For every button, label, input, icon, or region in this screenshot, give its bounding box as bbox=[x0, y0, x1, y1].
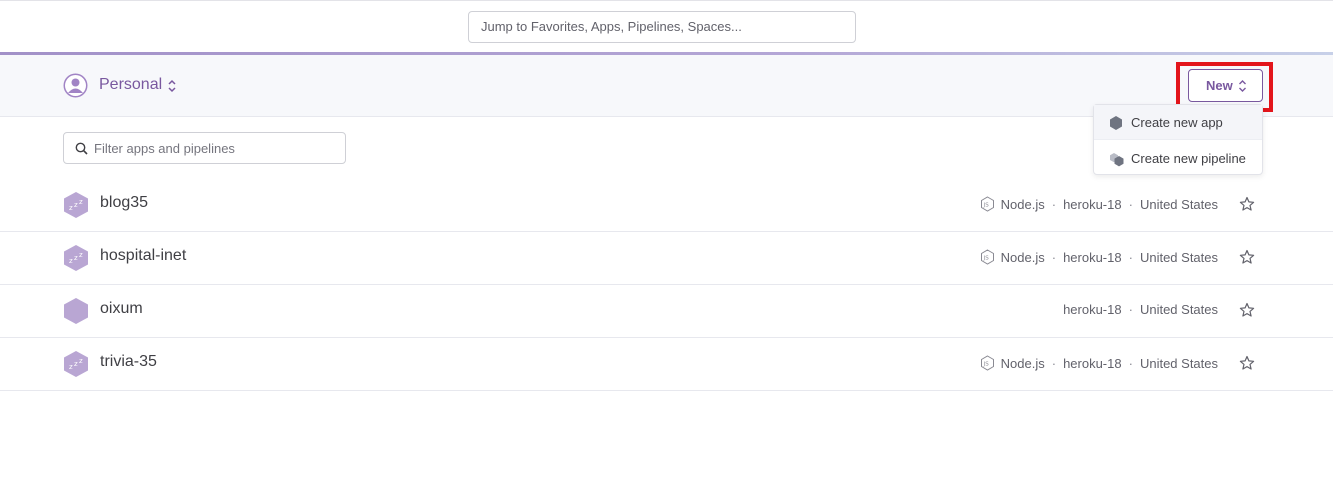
app-name[interactable]: trivia-35 bbox=[100, 353, 157, 371]
new-button[interactable]: New bbox=[1188, 69, 1263, 102]
chevron-updown-icon[interactable] bbox=[166, 78, 178, 94]
svg-text:z: z bbox=[74, 254, 78, 262]
favorite-star-icon[interactable] bbox=[1239, 355, 1255, 371]
hexagon-icon bbox=[1110, 116, 1122, 130]
pipeline-icon bbox=[1110, 153, 1124, 167]
app-stack: heroku-18 bbox=[1063, 355, 1122, 371]
menu-item-label: Create new app bbox=[1131, 115, 1223, 130]
svg-text:JS: JS bbox=[982, 203, 989, 209]
app-name[interactable]: hospital-inet bbox=[100, 247, 186, 265]
app-stack: heroku-18 bbox=[1063, 196, 1122, 212]
app-row[interactable]: z z z hospital-inet JS Node.js · heroku-… bbox=[0, 231, 1333, 285]
favorite-star-icon[interactable] bbox=[1239, 196, 1255, 212]
app-name[interactable]: blog35 bbox=[100, 194, 148, 212]
filter-apps-input[interactable]: Filter apps and pipelines bbox=[63, 132, 346, 164]
app-meta: heroku-18 · United States bbox=[1063, 302, 1218, 317]
separator: · bbox=[1128, 196, 1133, 212]
menu-item-create-pipeline[interactable]: Create new pipeline bbox=[1094, 141, 1262, 175]
svg-text:z: z bbox=[74, 201, 78, 209]
user-avatar-icon[interactable] bbox=[63, 73, 88, 98]
svg-text:z: z bbox=[79, 198, 83, 206]
svg-text:z: z bbox=[79, 357, 83, 365]
new-button-label: New bbox=[1206, 78, 1233, 93]
svg-text:JS: JS bbox=[982, 256, 989, 262]
app-name[interactable]: oixum bbox=[100, 300, 143, 318]
separator: · bbox=[1051, 249, 1057, 265]
app-meta: JS Node.js · heroku-18 · United States bbox=[980, 196, 1218, 212]
top-bar: Jump to Favorites, Apps, Pipelines, Spac… bbox=[0, 0, 1333, 53]
app-region: United States bbox=[1139, 249, 1218, 265]
jump-search-input[interactable]: Jump to Favorites, Apps, Pipelines, Spac… bbox=[468, 11, 856, 43]
separator: · bbox=[1051, 196, 1057, 212]
new-dropdown-menu: Create new app Create new pipeline bbox=[1093, 104, 1263, 175]
separator: · bbox=[1128, 249, 1133, 265]
nodejs-icon: JS bbox=[980, 355, 994, 371]
app-row[interactable]: z z z trivia-35 JS Node.js · heroku-18 ·… bbox=[0, 337, 1333, 391]
context-switcher-label[interactable]: Personal bbox=[99, 76, 162, 94]
svg-text:JS: JS bbox=[982, 362, 989, 368]
app-row[interactable]: z z z blog35 JS Node.js · heroku-18 · Un… bbox=[0, 178, 1333, 232]
search-icon bbox=[75, 142, 88, 155]
app-region: United States bbox=[1139, 355, 1218, 371]
app-language: Node.js bbox=[1000, 355, 1045, 371]
svg-text:z: z bbox=[69, 363, 73, 371]
svg-text:z: z bbox=[79, 251, 83, 259]
filter-placeholder: Filter apps and pipelines bbox=[94, 141, 235, 156]
nodejs-icon: JS bbox=[980, 196, 994, 212]
favorite-star-icon[interactable] bbox=[1239, 249, 1255, 265]
svg-text:z: z bbox=[74, 360, 78, 368]
app-row[interactable]: oixum heroku-18 · United States bbox=[0, 284, 1333, 338]
chevron-updown-icon bbox=[1239, 80, 1246, 92]
separator: · bbox=[1128, 355, 1133, 371]
sleeping-app-icon: z z z bbox=[64, 192, 88, 218]
app-meta: JS Node.js · heroku-18 · United States bbox=[980, 355, 1218, 371]
separator: · bbox=[1051, 355, 1057, 371]
app-icon bbox=[64, 298, 88, 324]
app-language: Node.js bbox=[1000, 196, 1045, 212]
nodejs-icon: JS bbox=[980, 249, 994, 265]
app-language: Node.js bbox=[1000, 249, 1045, 265]
app-stack: heroku-18 bbox=[1063, 249, 1122, 265]
app-region: United States bbox=[1139, 196, 1218, 212]
menu-item-create-app[interactable]: Create new app bbox=[1094, 105, 1262, 140]
app-meta: JS Node.js · heroku-18 · United States bbox=[980, 249, 1218, 265]
separator: · bbox=[1128, 302, 1133, 317]
svg-text:z: z bbox=[69, 257, 73, 265]
sleeping-app-icon: z z z bbox=[64, 245, 88, 271]
sleeping-app-icon: z z z bbox=[64, 351, 88, 377]
menu-item-label: Create new pipeline bbox=[1131, 151, 1246, 166]
favorite-star-icon[interactable] bbox=[1239, 302, 1255, 318]
svg-text:z: z bbox=[69, 204, 73, 212]
app-region: United States bbox=[1139, 302, 1218, 317]
app-stack: heroku-18 bbox=[1063, 302, 1122, 317]
